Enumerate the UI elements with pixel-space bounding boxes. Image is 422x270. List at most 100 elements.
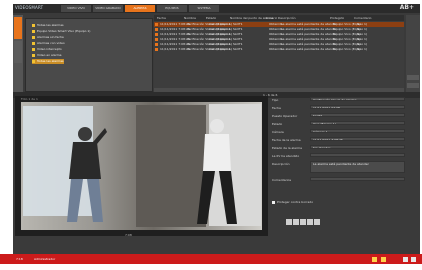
checkbox-box[interactable] xyxy=(272,200,275,204)
tree-item-label: Video en alarma xyxy=(37,53,62,57)
app-logo: VIDEOSMART xyxy=(15,5,44,10)
alarm-video-panel: Foto 1 de 1 7:08 xyxy=(15,96,268,237)
field-label: Cámara xyxy=(272,130,284,134)
tree-item-label: Video intercepto xyxy=(37,47,62,51)
field-value[interactable]: Sin atender xyxy=(310,145,405,149)
alarm-tree: Todas las alarmas Equipo Video Smart Vivo… xyxy=(25,18,153,92)
field-label: Puesto Operador xyxy=(272,114,298,118)
column-header[interactable]: Protegido xyxy=(330,15,344,21)
table-cell: Equipo Vivo (Equipo 1) xyxy=(333,47,368,51)
edit-icon[interactable] xyxy=(286,219,292,225)
folder-icon xyxy=(32,47,35,51)
alarm-status-icon xyxy=(155,28,158,31)
tree-item-label: Todas las alarmas xyxy=(37,23,64,27)
close-alarm-button[interactable] xyxy=(407,83,419,88)
folder-icon xyxy=(32,41,35,45)
tree-item[interactable]: Alarmas con video xyxy=(32,41,65,46)
tab-3[interactable]: EQUIPOS xyxy=(157,5,187,12)
attend-button[interactable] xyxy=(407,75,419,80)
field-label: Fecha de la alarma xyxy=(272,138,301,142)
close-icon[interactable] xyxy=(411,257,416,262)
tab-0[interactable]: VIDEO VIVO xyxy=(61,5,91,12)
field-value[interactable]: 11/11/2011 7:08:26 xyxy=(310,137,405,141)
intruder-figure-left xyxy=(67,127,107,222)
print-icon[interactable] xyxy=(300,219,306,225)
tree-item[interactable]: Video en alarma xyxy=(32,53,62,58)
table-cell: La alarma está pendiente de atender xyxy=(281,47,337,51)
tree-item[interactable]: Alarmas sin fecha xyxy=(32,35,64,40)
details-toolbar xyxy=(286,210,321,225)
field-label: Comentarios xyxy=(272,178,292,182)
alarm-status-icon xyxy=(155,48,158,51)
video-label: Foto 1 de 1 xyxy=(21,97,38,101)
tree-item[interactable]: Video intercepto xyxy=(32,47,62,52)
column-header[interactable]: Descripción xyxy=(278,15,296,21)
alarm-status-icon xyxy=(155,33,158,36)
folder-icon xyxy=(32,35,35,39)
field-value[interactable]: 11/11/2011 07:08 xyxy=(310,105,405,109)
table-cell: No xyxy=(357,47,362,51)
export-icon[interactable] xyxy=(314,219,320,225)
tab-4[interactable]: SISTEMA xyxy=(189,5,219,12)
brand-mark: AB+ xyxy=(399,4,414,11)
field-label: Estado xyxy=(272,122,283,126)
folder-icon xyxy=(32,53,35,57)
sidebar-tab-alarms[interactable] xyxy=(14,17,22,39)
right-actions-panel xyxy=(406,15,420,93)
folder-icon xyxy=(32,23,35,27)
column-header[interactable]: Comentario xyxy=(354,15,372,21)
tab-1[interactable]: VIDEO GRABADO xyxy=(93,5,123,12)
alarm-snapshot[interactable] xyxy=(21,102,262,230)
tree-item-label: Equipo Video Smart Vivo (Equipo 1) xyxy=(37,29,91,33)
tree-item[interactable]: Todas las alarmas xyxy=(32,23,64,28)
table-cell: 11/11/2011 7:08:26 xyxy=(160,47,190,51)
field-label: La IIV ha atendido xyxy=(272,154,300,158)
alarm-status-icon xyxy=(155,23,158,26)
save-icon[interactable] xyxy=(307,219,313,225)
table-cell: Vivo (Equipo 1) xyxy=(209,47,232,51)
alarm-status-icon xyxy=(155,43,158,46)
status-bar: 7:18 Administrador xyxy=(0,254,422,264)
tree-item-label: Todas las alarmas xyxy=(37,59,64,63)
alarm-table: Fecha Nombre Estado Nombre del punto de ala… xyxy=(154,15,404,93)
field-value[interactable]: Verificación Visual de Alarma xyxy=(310,97,405,101)
intruder-figure-right xyxy=(197,119,237,224)
window-icon[interactable] xyxy=(403,257,408,262)
folder-icon xyxy=(32,29,35,33)
field-value[interactable] xyxy=(310,177,405,181)
sound-icon[interactable] xyxy=(381,257,386,262)
table-cell: SLOT1 xyxy=(233,47,243,51)
tree-item[interactable]: Equipo Video Smart Vivo (Equipo 1) xyxy=(32,29,90,34)
protect-label: Proteger contra borrado xyxy=(277,200,314,204)
tree-item-label: Alarmas con video xyxy=(37,41,65,45)
video-timestamp: 7:08 xyxy=(125,233,132,237)
column-header[interactable]: Fecha xyxy=(157,15,166,21)
column-header[interactable]: Estado xyxy=(206,15,216,21)
status-time: 7:18 xyxy=(16,257,23,261)
column-header[interactable]: Usuario xyxy=(266,15,277,21)
tree-item-label: Alarmas sin fecha xyxy=(37,35,64,39)
folder-icon xyxy=(32,59,35,63)
alarm-details-form: Proteger contra borrado Tipo Verificación… xyxy=(272,96,405,225)
tree-item[interactable]: Todas las alarmas xyxy=(32,59,64,64)
warning-icon[interactable] xyxy=(372,257,377,262)
left-sidebar xyxy=(13,15,23,95)
field-value[interactable]: Cámara 1 xyxy=(310,129,405,133)
table-row[interactable]: 11/11/2011 7:08:26 Verificación Visual de… xyxy=(154,47,404,52)
alarm-status-icon xyxy=(155,38,158,41)
status-user: Administrador xyxy=(34,257,56,261)
draw-icon[interactable] xyxy=(293,219,299,225)
field-label: Estado de la alarma xyxy=(272,146,302,150)
field-value[interactable]: La alarma está pendiente de atender xyxy=(310,161,405,173)
field-value[interactable] xyxy=(310,153,405,157)
protect-checkbox[interactable]: Proteger contra borrado xyxy=(272,200,313,204)
tab-2[interactable]: ALERTAS xyxy=(125,5,155,12)
app-window: VIDEOSMART VIDEO VIVO VIDEO GRABADO ALERTA… xyxy=(0,0,422,270)
top-navigation-bar: VIDEOSMART VIDEO VIVO VIDEO GRABADO ALERTA… xyxy=(13,4,420,13)
field-value[interactable]: SLOT1 xyxy=(310,113,405,117)
field-value[interactable]: Vivo (Equipo 1) xyxy=(310,121,405,125)
column-header[interactable]: Nombre xyxy=(184,15,196,21)
sidebar-tab-filters[interactable] xyxy=(14,41,22,63)
field-label: Fecha xyxy=(272,106,281,110)
shop-door xyxy=(136,105,206,227)
